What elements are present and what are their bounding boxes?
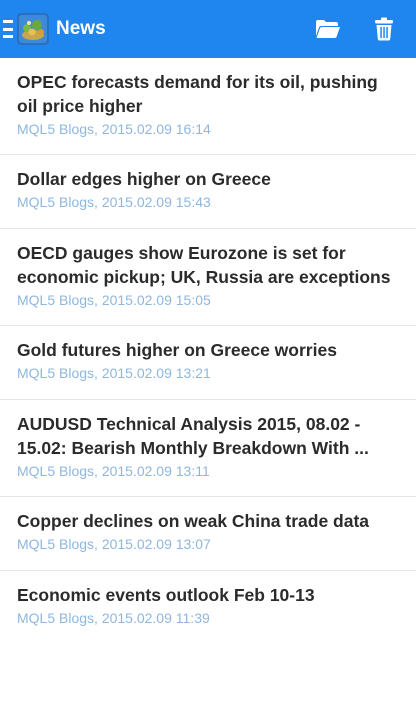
app-logo-icon[interactable]: [17, 13, 49, 45]
news-title: Gold futures higher on Greece worries: [17, 340, 337, 360]
news-title: Copper declines on weak China trade data: [17, 511, 370, 531]
list-item[interactable]: OPEC forecasts demand for its oil, pushi…: [0, 58, 416, 155]
news-source-date: MQL5 Blogs, 2015.02.09 11:39: [17, 610, 210, 626]
news-title: Economic events outlook Feb 10-13: [17, 585, 315, 605]
hamburger-menu-icon[interactable]: [3, 20, 13, 38]
list-item[interactable]: Economic events outlook Feb 10-13 MQL5 B…: [0, 571, 416, 645]
folder-open-icon: [316, 20, 340, 38]
list-item[interactable]: OECD gauges show Eurozone is set for eco…: [0, 229, 416, 326]
list-item[interactable]: Dollar edges higher on Greece MQL5 Blogs…: [0, 155, 416, 229]
news-source-date: MQL5 Blogs, 2015.02.09 16:14: [17, 121, 211, 137]
news-app: News OPEC forecasts demand for its oil, …: [0, 0, 416, 722]
news-title: OECD gauges show Eurozone is set for eco…: [17, 243, 391, 287]
news-title: Dollar edges higher on Greece: [17, 169, 271, 189]
news-source-date: MQL5 Blogs, 2015.02.09 13:11: [17, 463, 210, 479]
news-title: OPEC forecasts demand for its oil, pushi…: [17, 72, 378, 116]
page-title: News: [56, 18, 106, 39]
news-list: OPEC forecasts demand for its oil, pushi…: [0, 58, 416, 645]
news-source-date: MQL5 Blogs, 2015.02.09 15:43: [17, 194, 211, 210]
news-source-date: MQL5 Blogs, 2015.02.09 15:05: [17, 292, 211, 308]
open-folder-button[interactable]: [311, 12, 345, 46]
list-item[interactable]: Gold futures higher on Greece worries MQ…: [0, 326, 416, 400]
news-source-date: MQL5 Blogs, 2015.02.09 13:21: [17, 365, 211, 381]
trash-icon: [375, 17, 393, 41]
delete-button[interactable]: [367, 12, 401, 46]
news-source-date: MQL5 Blogs, 2015.02.09 13:07: [17, 536, 211, 552]
list-item[interactable]: AUDUSD Technical Analysis 2015, 08.02 - …: [0, 400, 416, 497]
list-item[interactable]: Copper declines on weak China trade data…: [0, 497, 416, 571]
action-bar: News: [0, 0, 416, 58]
news-title: AUDUSD Technical Analysis 2015, 08.02 - …: [17, 414, 369, 458]
